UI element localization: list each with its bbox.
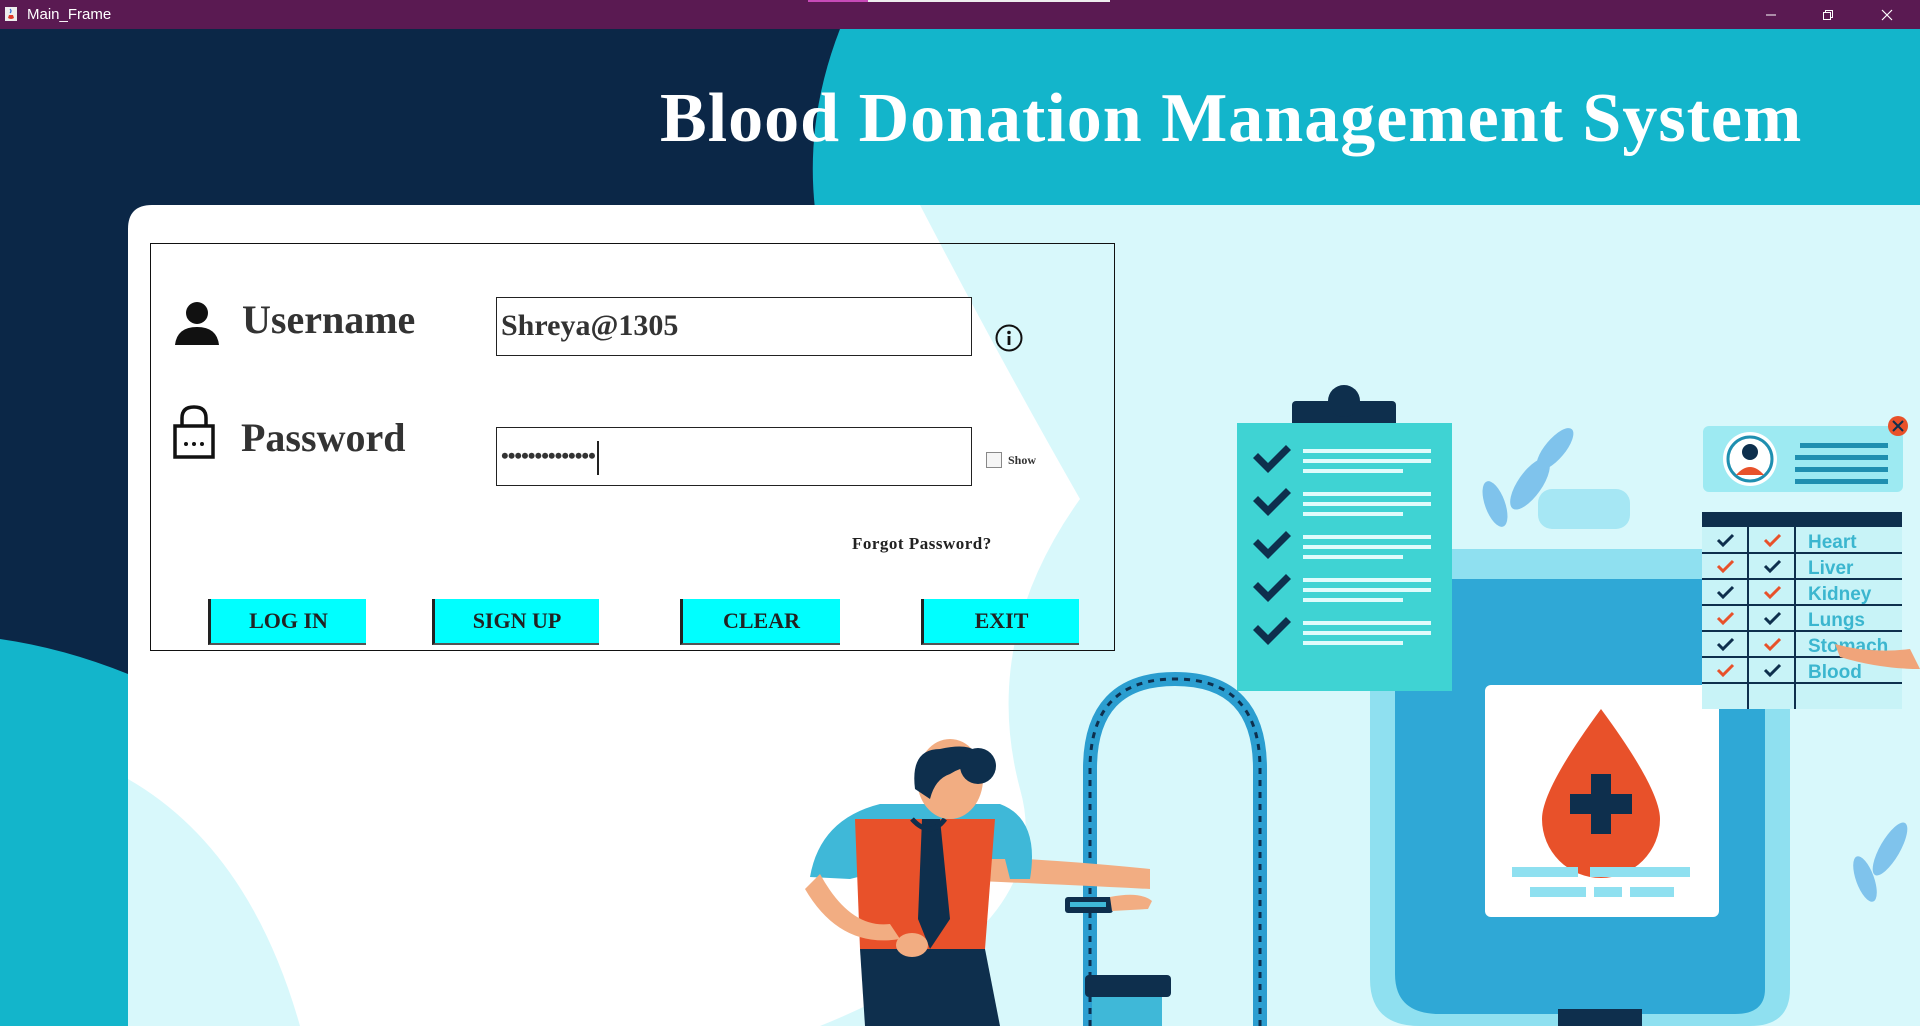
app-content: Heart Liver Kidney Lungs Stomach Blood B… — [0, 29, 1920, 1026]
close-button[interactable] — [1864, 0, 1910, 29]
clear-button[interactable]: CLEAR — [680, 599, 840, 645]
login-button[interactable]: LOG IN — [208, 599, 366, 645]
password-label: Password — [241, 415, 406, 460]
username-input[interactable]: Shreya@1305 — [496, 297, 972, 356]
info-icon[interactable] — [994, 323, 1024, 353]
restore-icon — [1823, 9, 1833, 20]
window-title: Main_Frame — [27, 6, 112, 23]
app-title: Blood Donation Management System — [660, 80, 1803, 157]
organ-checklist: Heart Liver Kidney Lungs Stomach Blood — [1702, 512, 1920, 709]
organ-label: Lungs — [1808, 610, 1865, 631]
organ-label: Heart — [1808, 532, 1857, 553]
titlebar-accent — [868, 0, 1110, 2]
titlebar-accent — [808, 0, 868, 2]
checkbox-box — [986, 452, 1002, 468]
clipboard-checklist — [1237, 385, 1452, 691]
organ-label: Liver — [1808, 558, 1854, 579]
close-icon — [1881, 9, 1893, 20]
forgot-password-link[interactable]: Forgot Password? — [852, 534, 992, 554]
minimize-icon — [1766, 14, 1776, 15]
username-value: Shreya@1305 — [501, 309, 679, 342]
organ-label: Kidney — [1808, 584, 1872, 605]
show-password-checkbox[interactable]: Show — [986, 452, 1036, 468]
java-app-icon — [5, 7, 17, 21]
window-titlebar: Main_Frame — [0, 0, 1920, 29]
profile-card — [1703, 416, 1908, 492]
signup-button[interactable]: SIGN UP — [432, 599, 599, 645]
text-caret — [596, 440, 599, 475]
minimize-button[interactable] — [1748, 0, 1794, 29]
exit-button[interactable]: EXIT — [921, 599, 1079, 645]
restore-button[interactable] — [1805, 0, 1851, 29]
lock-icon — [173, 405, 215, 459]
username-label: Username — [242, 297, 416, 342]
password-value: •••••••••••••• — [501, 443, 596, 468]
show-label: Show — [1008, 452, 1037, 467]
login-panel: Username Shreya@1305 Password ••••••••••… — [150, 243, 1115, 651]
organ-label: Blood — [1808, 662, 1862, 683]
password-input[interactable]: •••••••••••••• — [496, 427, 972, 486]
user-icon — [175, 302, 219, 345]
